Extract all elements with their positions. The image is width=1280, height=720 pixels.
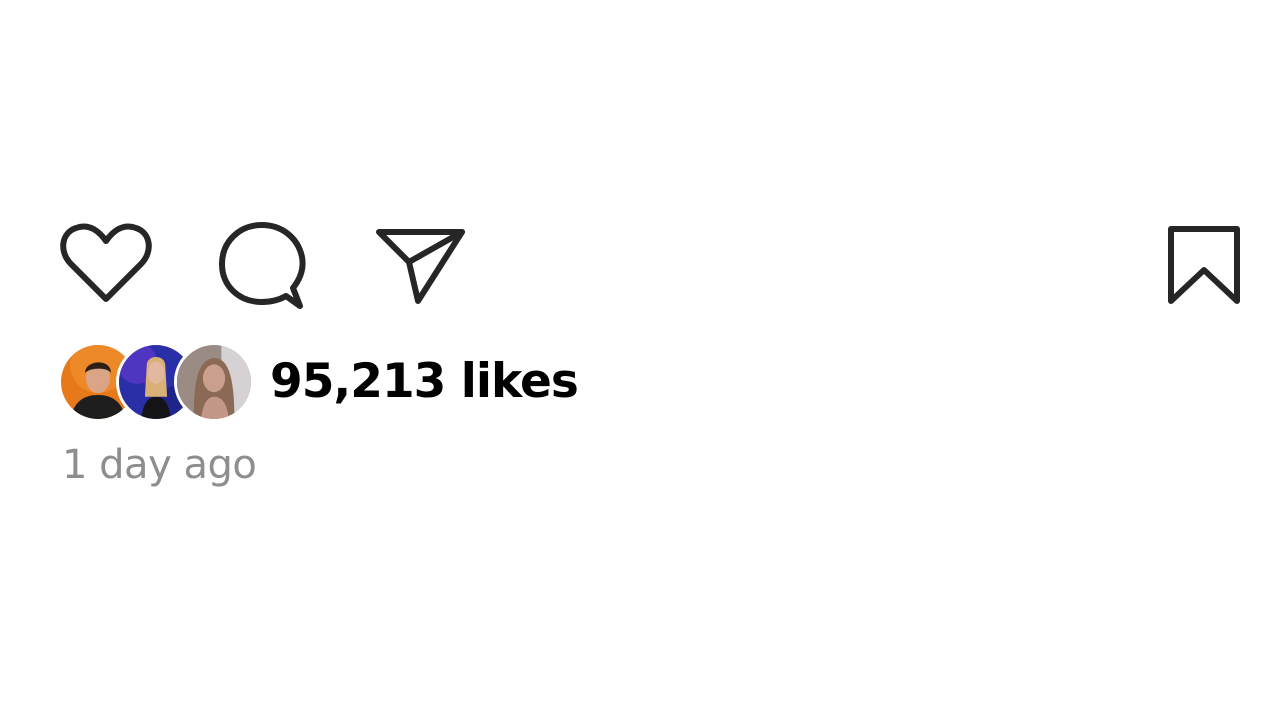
post-timestamp[interactable]: 1 day ago [62,438,257,492]
post-footer: 95,213 likes 1 day ago [0,0,1280,720]
paper-plane-icon [374,222,468,306]
liker-avatar[interactable] [174,342,254,422]
avatar-photo [177,345,251,419]
likes-row: 95,213 likes [58,342,758,426]
share-button[interactable] [374,222,468,306]
comment-button[interactable] [216,220,310,312]
likes-count[interactable]: 95,213 likes [270,350,579,414]
post-action-bar [58,218,1242,314]
bookmark-icon [1164,222,1244,308]
save-button[interactable] [1164,222,1244,308]
comment-bubble-icon [216,220,310,312]
like-button[interactable] [58,222,154,304]
heart-icon [58,222,154,304]
